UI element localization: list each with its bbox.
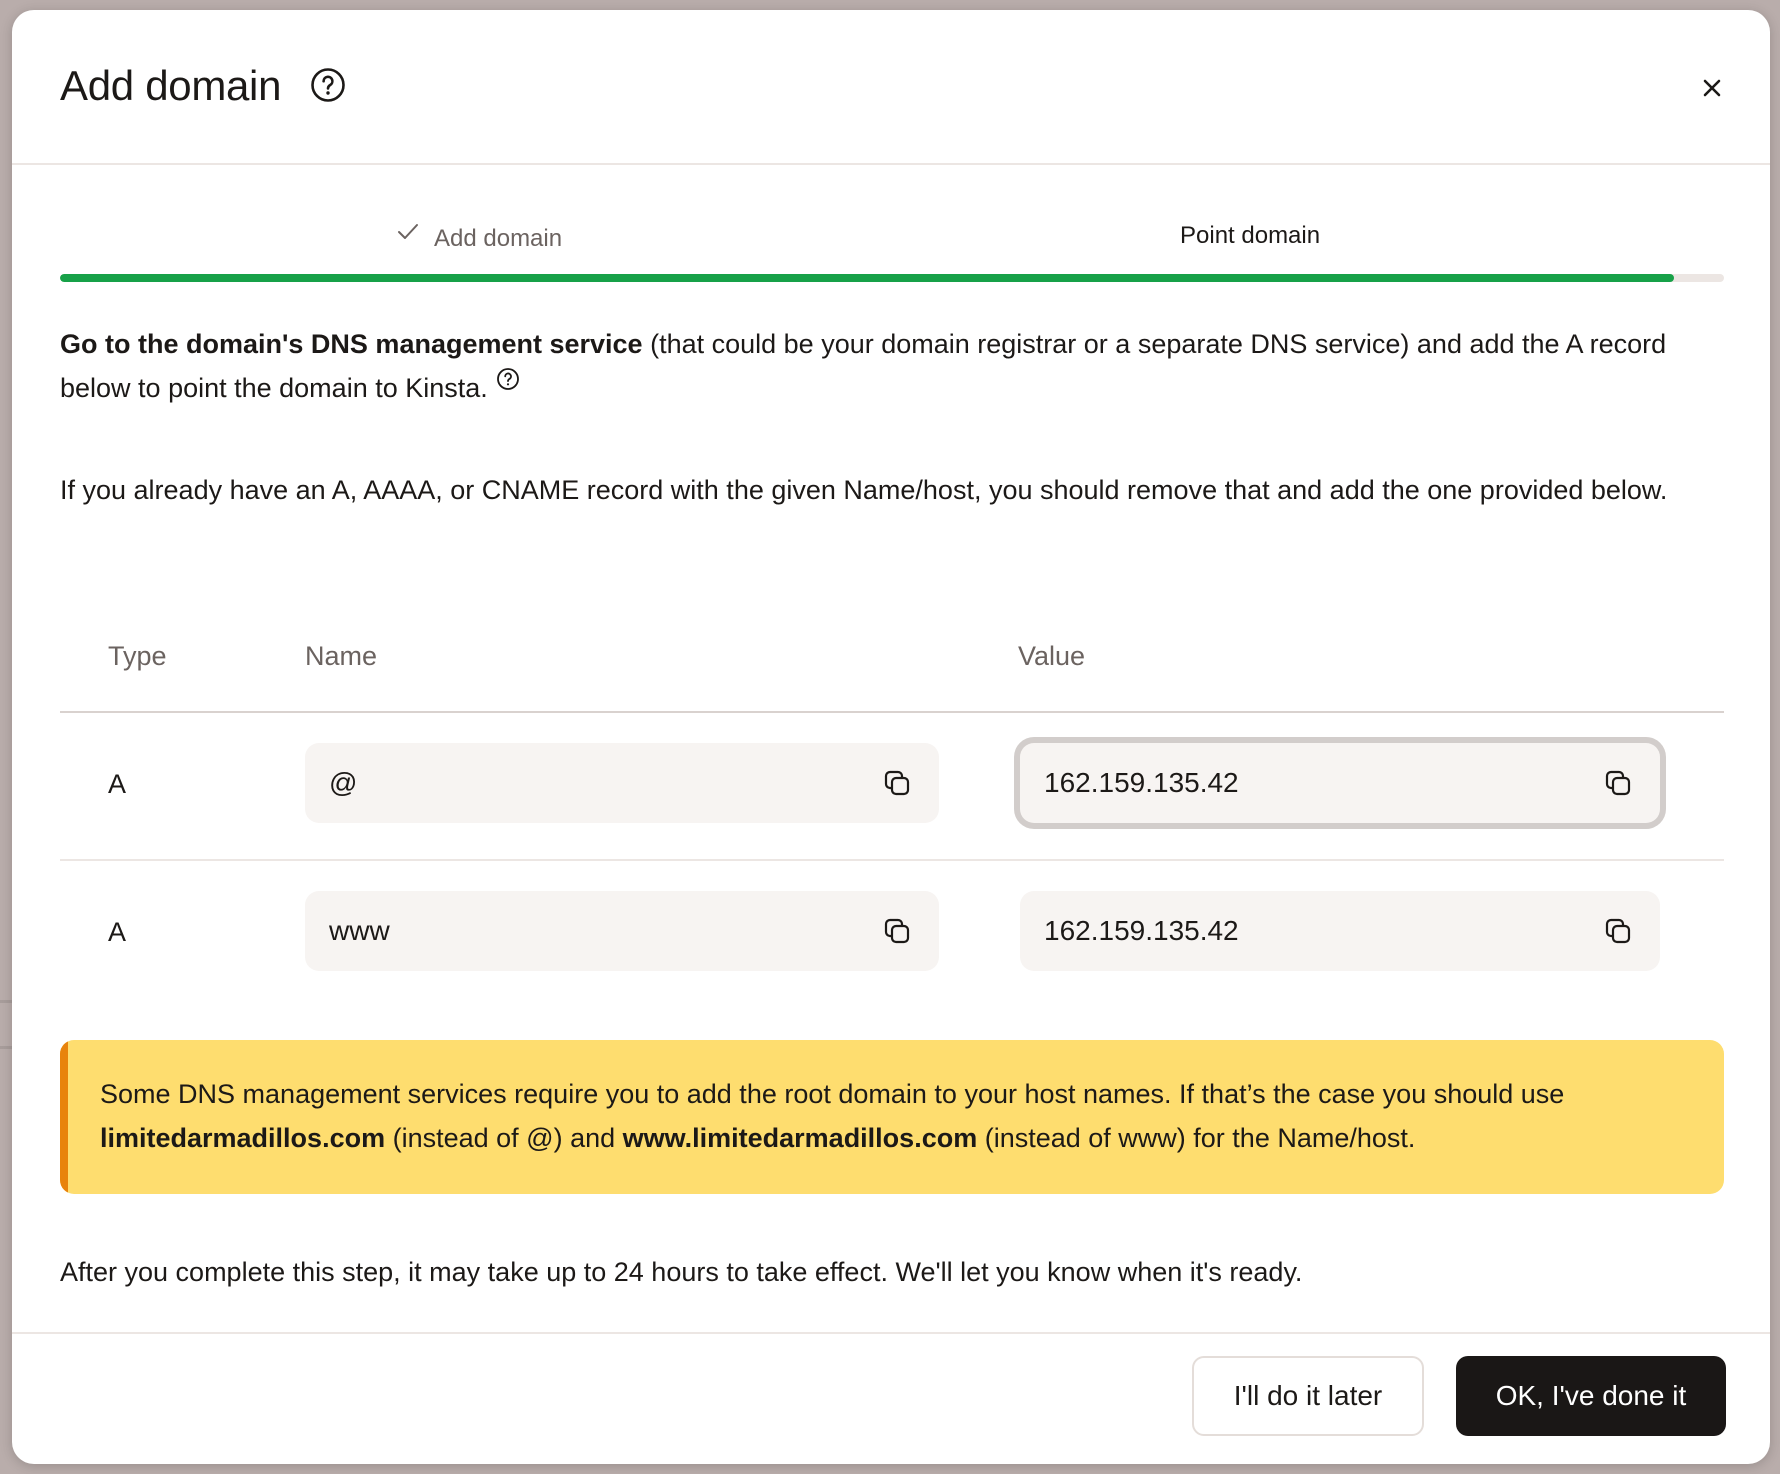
progress-fill — [60, 274, 1675, 282]
record-type: A — [108, 769, 127, 799]
close-icon — [1703, 79, 1721, 97]
notice-accent-bar — [60, 1040, 68, 1194]
table-row: A www 162.159.135.42 — [60, 861, 1724, 1007]
column-header-type: Type — [108, 641, 167, 671]
column-header-value: Value — [1018, 641, 1086, 671]
record-type: A — [108, 917, 127, 947]
copy-value-field[interactable]: 162.159.135.42 — [1020, 743, 1660, 823]
done-button[interactable]: OK, I've done it — [1456, 1356, 1726, 1436]
add-domain-modal: Add domain Add domain Point domain Go to… — [12, 10, 1770, 1464]
backdrop-line — [0, 1046, 12, 1049]
copy-icon[interactable] — [1604, 917, 1632, 945]
check-icon — [398, 224, 418, 239]
copy-value-field[interactable]: 162.159.135.42 — [1020, 891, 1660, 971]
notice-text-part: (instead of @) and — [385, 1123, 623, 1153]
modal-footer: I'll do it later OK, I've done it — [12, 1332, 1770, 1464]
table-row: A @ 162.159.135.42 — [60, 713, 1724, 861]
question-circle-icon[interactable] — [496, 367, 520, 391]
propagation-note: After you complete this step, it may tak… — [60, 1257, 1303, 1287]
replace-record-paragraph: If you already have an A, AAAA, or CNAME… — [60, 475, 1668, 505]
step-add-domain: Add domain — [396, 222, 562, 253]
www-domain-name: www.limitedarmadillos.com — [622, 1123, 978, 1153]
close-button[interactable] — [1690, 66, 1734, 110]
record-value: 162.159.135.42 — [1044, 915, 1239, 946]
copy-icon[interactable] — [883, 917, 911, 945]
root-domain-notice: Some DNS management services require you… — [60, 1040, 1724, 1194]
record-name: @ — [329, 767, 358, 798]
notice-text-part: (instead of www) for the Name/host. — [977, 1123, 1416, 1153]
column-header-name: Name — [305, 641, 378, 671]
step-label: Add domain — [434, 225, 563, 252]
progress-bar — [60, 274, 1724, 282]
instruction-paragraph: Go to the domain's DNS management servic… — [60, 322, 1724, 410]
copy-name-field[interactable]: @ — [305, 743, 939, 823]
question-circle-icon[interactable] — [310, 67, 346, 103]
step-label: Point domain — [1180, 222, 1321, 249]
copy-name-field[interactable]: www — [305, 891, 939, 971]
step-point-domain: Point domain — [1180, 222, 1320, 250]
record-value: 162.159.135.42 — [1044, 767, 1239, 798]
do-it-later-button[interactable]: I'll do it later — [1192, 1356, 1424, 1436]
backdrop-line — [0, 1000, 12, 1003]
modal-title: Add domain — [60, 62, 282, 109]
record-name: www — [329, 915, 390, 946]
stepper: Add domain Point domain — [60, 210, 1724, 290]
notice-text-part: Some DNS management services require you… — [100, 1079, 1565, 1109]
notice-text: Some DNS management services require you… — [100, 1072, 1700, 1160]
root-domain-name: limitedarmadillos.com — [100, 1123, 386, 1153]
copy-icon[interactable] — [883, 769, 911, 797]
modal-header: Add domain — [12, 10, 1770, 165]
instruction-bold: Go to the domain's DNS management servic… — [60, 329, 643, 359]
copy-icon[interactable] — [1604, 769, 1632, 797]
